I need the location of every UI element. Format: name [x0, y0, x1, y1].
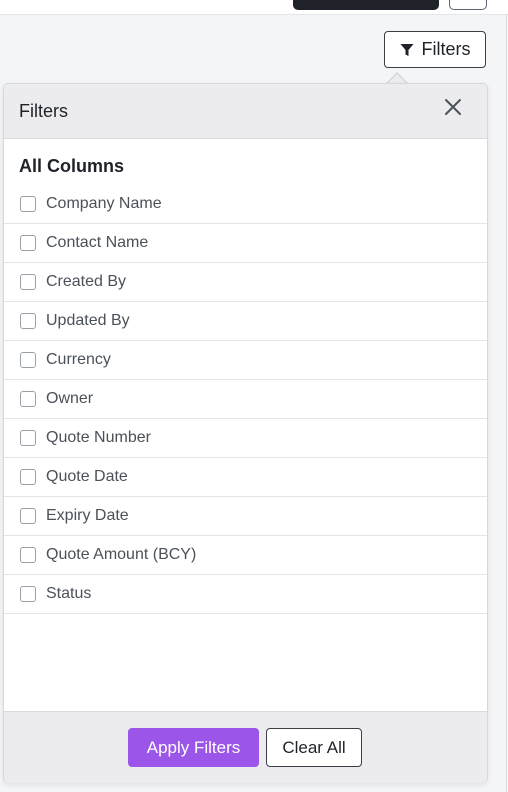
column-label: Contact Name	[46, 234, 149, 251]
column-option[interactable]: Created By	[4, 263, 487, 302]
column-checkbox[interactable]	[20, 391, 36, 407]
more-options-button[interactable]	[449, 0, 487, 10]
column-checkbox[interactable]	[20, 274, 36, 290]
close-panel-button[interactable]	[440, 96, 466, 122]
filters-toggle-label: Filters	[421, 39, 471, 59]
close-icon	[444, 98, 462, 121]
all-columns-heading: All Columns	[19, 156, 125, 176]
column-checkbox[interactable]	[20, 352, 36, 368]
column-checkbox[interactable]	[20, 469, 36, 485]
column-label: Quote Number	[46, 429, 151, 446]
column-label: Created By	[46, 273, 127, 290]
column-checkbox[interactable]	[20, 196, 36, 212]
column-label: Company Name	[46, 195, 162, 212]
column-checkbox[interactable]	[20, 586, 36, 602]
apply-filters-button[interactable]: Apply Filters	[128, 728, 259, 767]
filters-panel: Filters All Columns Company Name Contact…	[3, 83, 488, 783]
column-label: Expiry Date	[46, 507, 129, 524]
filters-panel-header: Filters	[4, 84, 487, 139]
column-label: Owner	[46, 390, 94, 407]
column-list: Company Name Contact Name Created By Upd…	[4, 185, 487, 614]
filters-panel-footer: Apply Filters Clear All	[4, 711, 487, 783]
column-option[interactable]: Company Name	[4, 185, 487, 224]
filters-toggle-button[interactable]: Filters	[384, 31, 486, 68]
top-toolbar	[0, 0, 508, 15]
funnel-icon	[400, 43, 414, 57]
column-checkbox[interactable]	[20, 547, 36, 563]
column-label: Currency	[46, 351, 111, 368]
column-checkbox[interactable]	[20, 313, 36, 329]
column-label: Quote Amount (BCY)	[46, 546, 197, 563]
filters-panel-title: Filters	[19, 101, 68, 121]
column-option[interactable]: Expiry Date	[4, 497, 487, 536]
column-option[interactable]: Updated By	[4, 302, 487, 341]
column-option[interactable]: Status	[4, 575, 487, 614]
column-label: Status	[46, 585, 92, 602]
column-label: Updated By	[46, 312, 130, 329]
column-option[interactable]: Currency	[4, 341, 487, 380]
page-divider	[506, 14, 507, 792]
primary-action-button[interactable]	[293, 0, 439, 10]
column-option[interactable]: Quote Date	[4, 458, 487, 497]
column-option[interactable]: Owner	[4, 380, 487, 419]
column-checkbox[interactable]	[20, 508, 36, 524]
column-option[interactable]: Quote Amount (BCY)	[4, 536, 487, 575]
clear-all-button[interactable]: Clear All	[266, 728, 362, 767]
column-checkbox[interactable]	[20, 430, 36, 446]
column-checkbox[interactable]	[20, 235, 36, 251]
column-option[interactable]: Quote Number	[4, 419, 487, 458]
column-option[interactable]: Contact Name	[4, 224, 487, 263]
column-label: Quote Date	[46, 468, 128, 485]
